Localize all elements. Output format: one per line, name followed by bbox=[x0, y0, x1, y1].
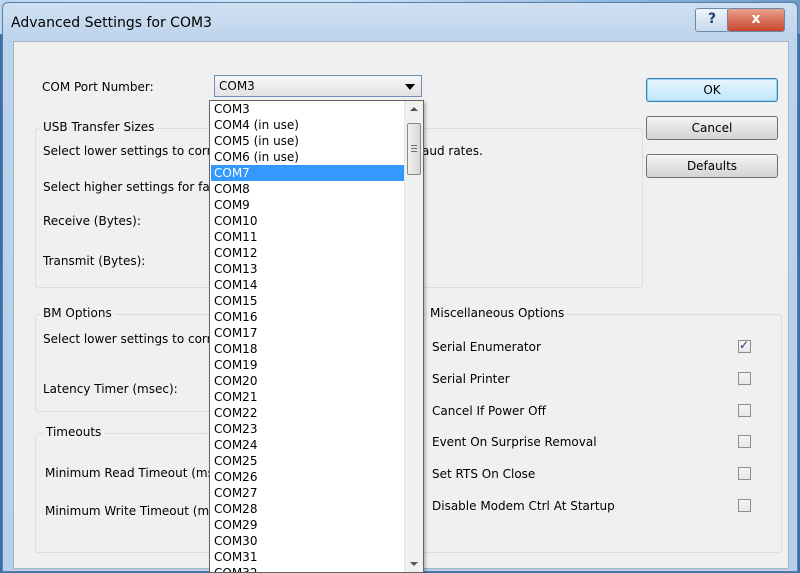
dropdown-item[interactable]: COM31 bbox=[211, 549, 404, 565]
dropdown-item[interactable]: COM10 bbox=[211, 213, 404, 229]
checkmark-icon: ✓ bbox=[739, 338, 750, 352]
dropdown-item[interactable]: COM14 bbox=[211, 277, 404, 293]
scrollbar-thumb[interactable] bbox=[407, 123, 421, 175]
grip-line bbox=[411, 145, 417, 146]
dropdown-scrollbar[interactable] bbox=[404, 101, 423, 572]
receive-bytes-label: Receive (Bytes): bbox=[43, 214, 141, 228]
scroll-down-arrow-icon[interactable] bbox=[410, 562, 418, 566]
bm-options-title: BM Options bbox=[40, 306, 115, 320]
serial-enumerator-checkbox[interactable]: ✓ bbox=[738, 338, 751, 353]
dropdown-item[interactable]: COM6 (in use) bbox=[211, 149, 404, 165]
dropdown-item[interactable]: COM4 (in use) bbox=[211, 117, 404, 133]
ok-button[interactable]: OK bbox=[646, 78, 778, 102]
dropdown-item[interactable]: COM30 bbox=[211, 533, 404, 549]
dropdown-item[interactable]: COM5 (in use) bbox=[211, 133, 404, 149]
scroll-up-arrow-icon[interactable] bbox=[410, 107, 418, 111]
chevron-down-icon bbox=[405, 84, 415, 90]
dropdown-item[interactable]: COM32 bbox=[211, 565, 404, 572]
dropdown-item[interactable]: COM26 bbox=[211, 469, 404, 485]
com-port-select[interactable]: COM3 bbox=[214, 75, 422, 97]
grip-line bbox=[411, 148, 417, 149]
help-icon: ? bbox=[707, 11, 717, 27]
dropdown-item[interactable]: COM13 bbox=[211, 261, 404, 277]
com-port-label: COM Port Number: bbox=[42, 80, 154, 94]
timeouts-title: Timeouts bbox=[43, 425, 105, 439]
dropdown-item[interactable]: COM16 bbox=[211, 309, 404, 325]
dropdown-item[interactable]: COM18 bbox=[211, 341, 404, 357]
dropdown-item[interactable]: COM27 bbox=[211, 485, 404, 501]
window-title: Advanced Settings for COM3 bbox=[11, 15, 212, 31]
dropdown-item[interactable]: COM21 bbox=[211, 389, 404, 405]
close-button[interactable]: x bbox=[727, 8, 785, 32]
com-port-dropdown-list[interactable]: COM3 COM4 (in use) COM5 (in use) COM6 (i… bbox=[209, 100, 424, 573]
event-on-surprise-removal-checkbox[interactable] bbox=[738, 435, 751, 448]
event-on-surprise-removal-label: Event On Surprise Removal bbox=[432, 435, 597, 449]
dropdown-item[interactable]: COM3 bbox=[211, 101, 404, 117]
dropdown-item[interactable]: COM24 bbox=[211, 437, 404, 453]
serial-printer-label: Serial Printer bbox=[432, 372, 510, 386]
dropdown-item[interactable]: COM29 bbox=[211, 517, 404, 533]
dropdown-item[interactable]: COM12 bbox=[211, 245, 404, 261]
defaults-button[interactable]: Defaults bbox=[646, 154, 778, 178]
cancel-if-power-off-checkbox[interactable] bbox=[738, 404, 751, 417]
min-read-timeout-label: Minimum Read Timeout (msec): bbox=[45, 466, 237, 480]
set-rts-on-close-label: Set RTS On Close bbox=[432, 467, 536, 481]
dropdown-item[interactable]: COM17 bbox=[211, 325, 404, 341]
grip-line bbox=[411, 151, 417, 152]
close-icon: x bbox=[751, 11, 761, 27]
com-port-value: COM3 bbox=[219, 79, 255, 93]
dropdown-item[interactable]: COM20 bbox=[211, 373, 404, 389]
dropdown-item[interactable]: COM8 bbox=[211, 181, 404, 197]
dropdown-item[interactable]: COM9 bbox=[211, 197, 404, 213]
dropdown-item[interactable]: COM23 bbox=[211, 421, 404, 437]
transmit-bytes-label: Transmit (Bytes): bbox=[43, 254, 146, 268]
dropdown-item[interactable]: COM15 bbox=[211, 293, 404, 309]
dropdown-item[interactable]: COM25 bbox=[211, 453, 404, 469]
disable-modem-ctrl-checkbox[interactable] bbox=[738, 499, 751, 512]
usb-transfer-sizes-title: USB Transfer Sizes bbox=[40, 120, 158, 134]
latency-timer-label: Latency Timer (msec): bbox=[43, 382, 178, 396]
help-button[interactable]: ? bbox=[695, 8, 729, 32]
cancel-if-power-off-label: Cancel If Power Off bbox=[432, 404, 546, 418]
misc-options-title: Miscellaneous Options bbox=[427, 306, 568, 320]
set-rts-on-close-checkbox[interactable] bbox=[738, 467, 751, 480]
dropdown-item[interactable]: COM11 bbox=[211, 229, 404, 245]
serial-printer-checkbox[interactable] bbox=[738, 372, 751, 385]
dropdown-item[interactable]: COM22 bbox=[211, 405, 404, 421]
cancel-button[interactable]: Cancel bbox=[646, 116, 778, 140]
dropdown-item[interactable]: COM28 bbox=[211, 501, 404, 517]
dropdown-item-highlighted[interactable]: COM7 bbox=[211, 165, 404, 181]
disable-modem-ctrl-label: Disable Modem Ctrl At Startup bbox=[432, 499, 615, 513]
dropdown-item[interactable]: COM19 bbox=[211, 357, 404, 373]
serial-enumerator-label: Serial Enumerator bbox=[432, 340, 541, 354]
